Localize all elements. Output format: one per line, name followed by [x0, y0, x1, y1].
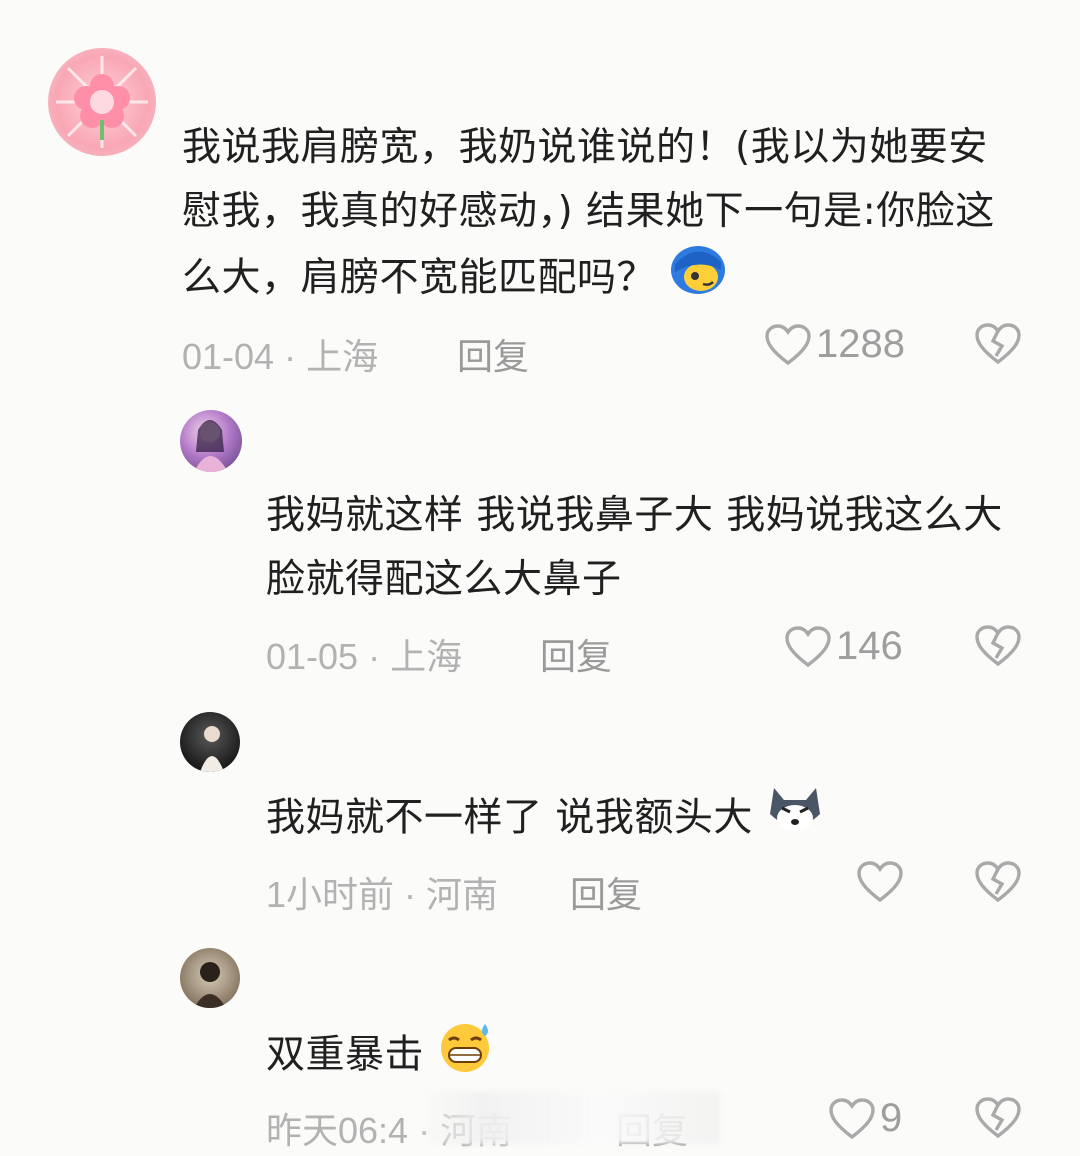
- comment-body: 我妈就这样 我说我鼻子大 我妈说我这么大脸就得配这么大鼻子: [266, 493, 1003, 602]
- comment-body: 我妈就不一样了 说我额头大: [266, 795, 753, 841]
- broken-heart-icon: [975, 861, 1021, 903]
- comment-text: 我说我肩膀宽，我奶说谁说的！(我以为她要安慰我，我真的好感动，) 结果她下一句是…: [182, 116, 1022, 316]
- comment-date: 01-05: [266, 636, 359, 677]
- heart-icon: [765, 323, 811, 365]
- user-photo-icon: [194, 420, 228, 472]
- comment-text: 我妈就这样 我说我鼻子大 我妈说我这么大脸就得配这么大鼻子: [266, 484, 1026, 612]
- grin-sweat-icon: [437, 1020, 495, 1094]
- watermark-overlay: [420, 1092, 720, 1144]
- heart-icon: [857, 861, 903, 903]
- broken-heart-icon: [975, 625, 1021, 667]
- like-button[interactable]: [856, 860, 904, 904]
- reply-button[interactable]: 回复: [540, 628, 612, 680]
- comment-text: 我妈就不一样了 说我额头大: [266, 784, 1026, 856]
- dislike-button[interactable]: [974, 322, 1022, 370]
- comment-date: 1小时前: [266, 874, 395, 915]
- like-button[interactable]: 146: [784, 624, 903, 669]
- like-count: 146: [836, 624, 903, 668]
- comment-date: 01-04: [182, 336, 275, 377]
- heart-icon: [785, 625, 831, 667]
- comment-location: 上海: [306, 336, 379, 377]
- dislike-button[interactable]: [974, 624, 1022, 672]
- comment-meta: 01-04 · 上海: [182, 328, 378, 380]
- avatar-user-2[interactable]: [180, 410, 242, 472]
- comment-meta: 01-05 · 上海: [266, 628, 462, 680]
- like-button[interactable]: 9: [828, 1096, 902, 1141]
- meta-separator: ·: [404, 874, 417, 915]
- like-count: 9: [880, 1096, 903, 1140]
- comment-location: 河南: [426, 874, 499, 915]
- comment-date: 昨天06:4: [266, 1110, 409, 1151]
- user-photo-icon: [200, 726, 224, 772]
- comment-meta: 1小时前 · 河南: [266, 866, 498, 918]
- avatar-user-4[interactable]: [180, 948, 240, 1008]
- like-button[interactable]: 1288: [764, 322, 905, 367]
- comment-body: 双重暴击: [266, 1032, 425, 1078]
- husky-dog-icon: [766, 784, 824, 856]
- blue-hair-face-icon: [669, 244, 727, 316]
- avatar-user-3[interactable]: [180, 712, 240, 772]
- comment-text: 双重暴击: [266, 1020, 1026, 1094]
- avatar-flower[interactable]: [48, 48, 156, 156]
- reply-button[interactable]: 回复: [570, 866, 642, 918]
- flower-icon: [56, 56, 148, 148]
- dislike-button[interactable]: [974, 1096, 1022, 1144]
- comment-body: 我说我肩膀宽，我奶说谁说的！(我以为她要安慰我，我真的好感动，) 结果她下一句是…: [182, 125, 995, 301]
- meta-separator: ·: [368, 636, 381, 677]
- like-count: 1288: [816, 322, 905, 366]
- reply-button[interactable]: 回复: [457, 328, 529, 380]
- broken-heart-icon: [975, 1097, 1021, 1139]
- broken-heart-icon: [975, 323, 1021, 365]
- dislike-button[interactable]: [974, 860, 1022, 908]
- heart-icon: [829, 1097, 875, 1139]
- meta-separator: ·: [284, 336, 297, 377]
- user-photo-icon: [194, 962, 226, 1008]
- comment-location: 上海: [390, 636, 463, 677]
